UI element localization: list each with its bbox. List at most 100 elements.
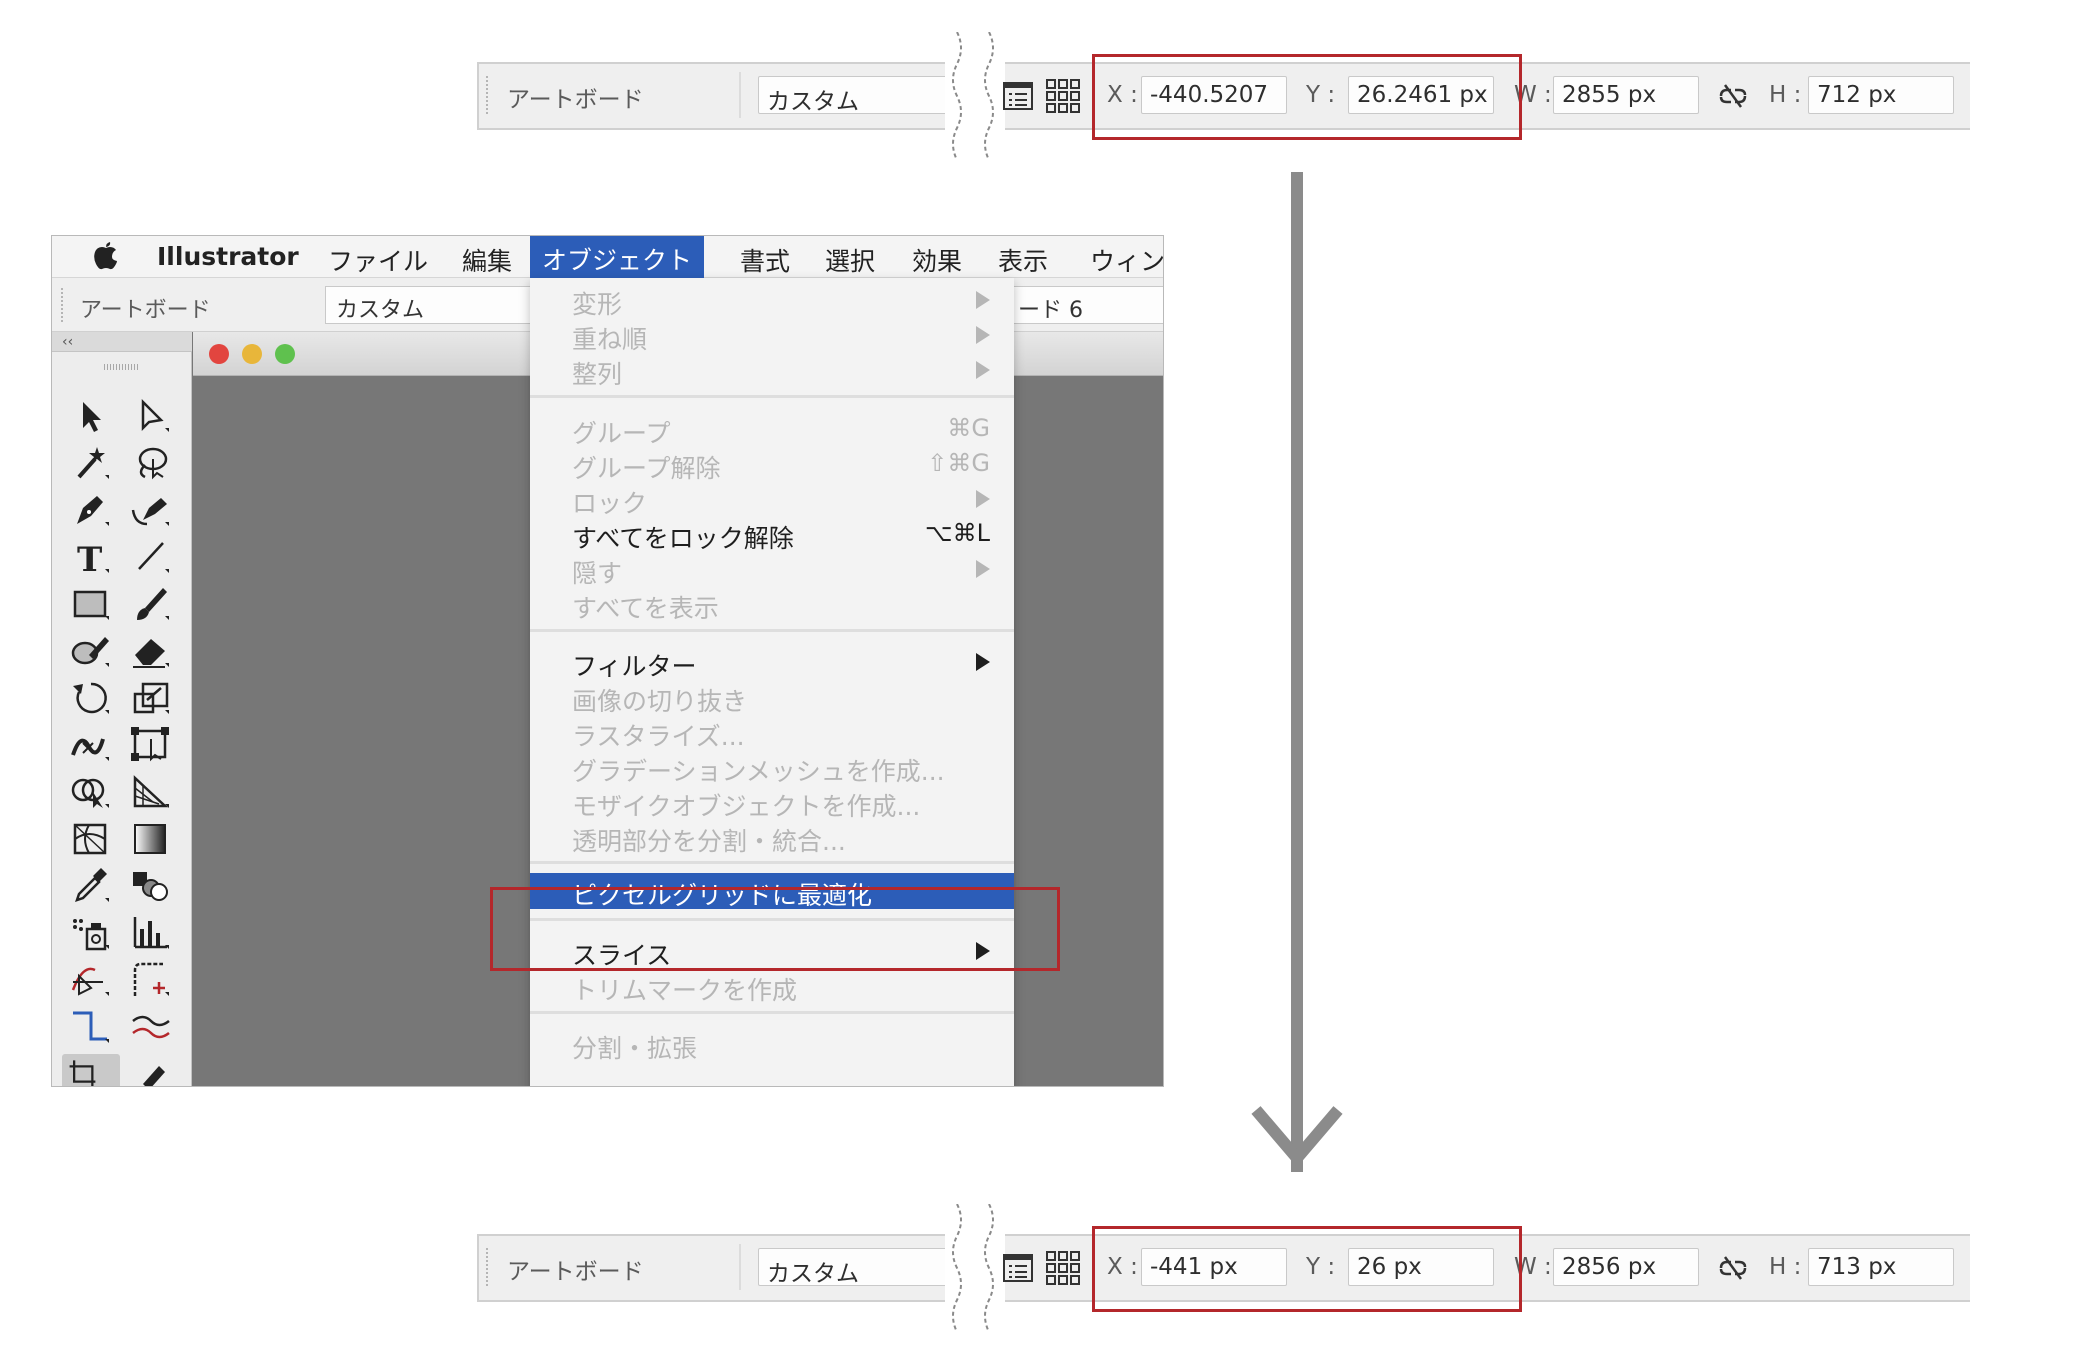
- w-field[interactable]: 2855 px: [1553, 76, 1699, 114]
- minimize-window-icon[interactable]: [242, 344, 262, 364]
- rotate-tool-icon[interactable]: [69, 678, 113, 718]
- preset-select[interactable]: カスタム: [325, 286, 535, 324]
- curvature-tool-icon[interactable]: [129, 490, 173, 530]
- menu-window[interactable]: ウィン: [1090, 240, 1163, 276]
- close-window-icon[interactable]: [209, 344, 229, 364]
- menu-item-crop-image[interactable]: 画像の切り抜き: [530, 679, 1014, 716]
- preset-select[interactable]: カスタム: [758, 1248, 958, 1286]
- menu-item-arrange[interactable]: 重ね順: [530, 317, 1014, 354]
- selection-tool-icon[interactable]: [69, 396, 113, 436]
- divider: [739, 1244, 741, 1290]
- shortcut-label: ⇧⌘G: [927, 449, 990, 477]
- shape-builder-tool-icon[interactable]: [69, 772, 113, 812]
- eraser-tool-icon[interactable]: [129, 631, 173, 671]
- apple-icon[interactable]: [93, 241, 119, 271]
- arrow-shaft: [1291, 172, 1303, 1172]
- width-tool-icon[interactable]: [69, 725, 113, 765]
- menu-item-ungroup[interactable]: グループ解除 ⇧⌘G: [530, 446, 1014, 483]
- artboard-label: アートボード: [80, 298, 211, 323]
- menu-item-create-trim-marks[interactable]: トリムマークを作成: [530, 968, 1014, 1005]
- menu-type[interactable]: 書式: [740, 240, 790, 276]
- submenu-arrow-icon: [976, 490, 990, 508]
- menu-item-hide[interactable]: 隠す: [530, 551, 1014, 588]
- tools-panel: ‹‹ T: [52, 332, 192, 1086]
- line-tool-icon[interactable]: [129, 537, 173, 577]
- rectangle-tool-icon[interactable]: [69, 584, 113, 624]
- crop-tool-icon[interactable]: [62, 1054, 120, 1086]
- artboard-tool-icon[interactable]: [69, 960, 113, 1000]
- lasso-tool-icon[interactable]: [129, 443, 173, 483]
- w-field[interactable]: 2856 px: [1553, 1248, 1699, 1286]
- menu-separator: [530, 861, 1014, 864]
- symbol-sprayer-tool-icon[interactable]: [69, 913, 113, 953]
- type-tool-icon[interactable]: T: [69, 537, 113, 580]
- wave-tool-icon[interactable]: [129, 1007, 173, 1047]
- menu-view[interactable]: 表示: [998, 240, 1048, 276]
- panel-grip[interactable]: [61, 288, 63, 322]
- menu-separator: [530, 629, 1014, 632]
- menu-app-name[interactable]: Illustrator: [157, 240, 299, 276]
- h-label: H :: [1769, 82, 1802, 108]
- menu-item-unlock-all[interactable]: すべてをロック解除 ⌥⌘L: [530, 516, 1014, 553]
- menu-item-gradient-mesh[interactable]: グラデーションメッシュを作成...: [530, 749, 1014, 786]
- perspective-grid-tool-icon[interactable]: [129, 772, 173, 812]
- menu-separator: [530, 395, 1014, 398]
- submenu-arrow-icon: [976, 361, 990, 379]
- mesh-tool-icon[interactable]: [69, 819, 113, 859]
- direct-selection-tool-icon[interactable]: [129, 396, 173, 436]
- preset-select[interactable]: カスタム: [758, 76, 958, 114]
- pen-tool-icon[interactable]: [69, 490, 113, 530]
- menu-item-highlight: [490, 887, 1060, 971]
- h-label: H :: [1769, 1254, 1802, 1280]
- unlink-proportions-icon[interactable]: [1717, 82, 1749, 114]
- menu-select[interactable]: 選択: [825, 240, 875, 276]
- submenu-arrow-icon: [976, 653, 990, 671]
- paintbrush-tool-icon[interactable]: [129, 584, 173, 624]
- menu-item-filter[interactable]: フィルター: [530, 644, 1014, 681]
- zoom-window-icon[interactable]: [275, 344, 295, 364]
- eyedropper-tool-icon[interactable]: [69, 866, 113, 906]
- scale-tool-icon[interactable]: [129, 678, 173, 718]
- gradient-tool-icon[interactable]: [129, 819, 173, 859]
- magic-wand-tool-icon[interactable]: [69, 443, 113, 483]
- menu-item-group[interactable]: グループ ⌘G: [530, 411, 1014, 448]
- reference-point-icon[interactable]: [1045, 78, 1081, 118]
- menu-item-expand[interactable]: 分割・拡張: [530, 1026, 1014, 1063]
- menu-object[interactable]: オブジェクト: [530, 236, 705, 278]
- menu-item-object-mosaic[interactable]: モザイクオブジェクトを作成...: [530, 784, 1014, 821]
- panel-grip[interactable]: [486, 76, 489, 114]
- panel-grip[interactable]: [486, 1248, 489, 1286]
- slice-tool-icon[interactable]: [129, 960, 173, 1000]
- blend-tool-icon[interactable]: [129, 866, 173, 906]
- column-graph-tool-icon[interactable]: [129, 913, 173, 953]
- pencil-tool-icon[interactable]: [129, 1054, 173, 1086]
- artboard-label: アートボード: [507, 1259, 644, 1285]
- panel-grip[interactable]: [104, 364, 140, 370]
- shaper-tool-icon[interactable]: [69, 631, 113, 671]
- menu-separator: [530, 1011, 1014, 1014]
- shortcut-label: ⌥⌘L: [924, 519, 990, 547]
- menu-item-lock[interactable]: ロック: [530, 481, 1014, 518]
- position-highlight-before: [1092, 54, 1522, 140]
- break-mark: [945, 1203, 1005, 1333]
- menu-edit[interactable]: 編集: [462, 240, 512, 276]
- reference-point-icon[interactable]: [1045, 1250, 1081, 1290]
- submenu-arrow-icon: [976, 326, 990, 344]
- h-field[interactable]: 712 px: [1808, 76, 1954, 114]
- menu-effect[interactable]: 効果: [912, 240, 962, 276]
- position-highlight-after: [1092, 1226, 1522, 1312]
- collapse-button[interactable]: ‹‹: [62, 334, 73, 350]
- artboard-name-field[interactable]: ード 6: [1007, 286, 1163, 324]
- h-field[interactable]: 713 px: [1808, 1248, 1954, 1286]
- unlink-proportions-icon[interactable]: [1717, 1254, 1749, 1286]
- menu-item-show-all[interactable]: すべてを表示: [530, 586, 1014, 623]
- menu-item-flatten-transparency[interactable]: 透明部分を分割・統合...: [530, 819, 1014, 856]
- menu-item-transform[interactable]: 変形: [530, 282, 1014, 319]
- menu-file[interactable]: ファイル: [328, 240, 428, 276]
- corner-tool-icon[interactable]: [69, 1007, 113, 1047]
- menu-item-align[interactable]: 整列: [530, 352, 1014, 389]
- list-icon[interactable]: [1003, 1254, 1033, 1286]
- menu-item-rasterize[interactable]: ラスタライズ...: [530, 714, 1014, 751]
- list-icon[interactable]: [1003, 82, 1033, 114]
- free-transform-tool-icon[interactable]: [129, 725, 173, 765]
